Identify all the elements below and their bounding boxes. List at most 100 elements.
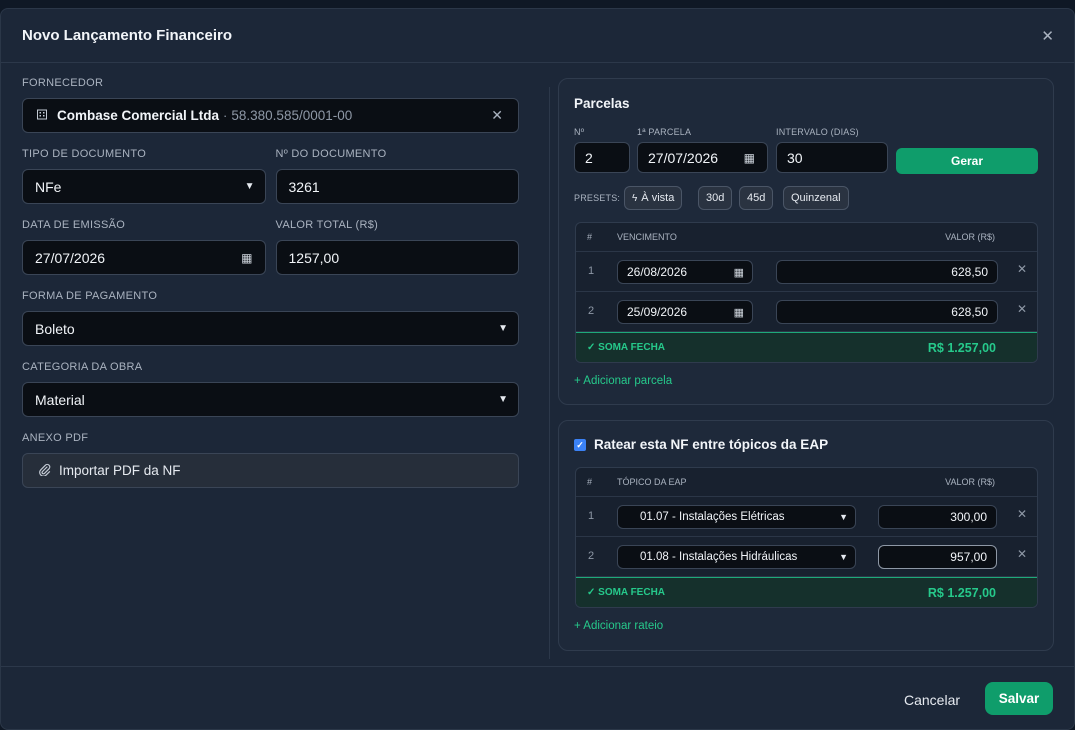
table-row: 2 25/09/2026 ▦ 628,50 ✕ — [576, 292, 1037, 332]
topic-value: 01.07 - Instalações Elétricas — [640, 511, 785, 523]
due-date-value: 25/09/2026 — [627, 305, 688, 319]
issue-date-label: DATA DE EMISSÃO — [22, 219, 126, 231]
column-divider — [549, 87, 550, 659]
installment-count-value: 2 — [585, 149, 593, 166]
presets-label: PRESETS: — [574, 193, 621, 203]
allocation-table: # TÓPICO DA EAP VALOR (R$) 1 01.07 - Ins… — [575, 467, 1038, 608]
installments-table: # VENCIMENTO VALOR (R$) 1 26/08/2026 ▦ 6… — [575, 222, 1038, 363]
allocation-card: ✓ Ratear esta NF entre tópicos da EAP # T… — [558, 420, 1054, 651]
issue-date-value: 27/07/2026 — [35, 249, 106, 266]
allocation-table-header: # TÓPICO DA EAP VALOR (R$) — [576, 468, 1037, 497]
preset-quinzenal-chip[interactable]: Quinzenal — [783, 186, 849, 210]
doc-number-value: 3261 — [288, 178, 320, 195]
sum-value: R$ 1.257,00 — [927, 585, 996, 600]
sum-status: ✓ SOMA FECHA — [587, 342, 666, 353]
installment-count-input[interactable]: 2 — [574, 142, 630, 173]
allocation-value: 300,00 — [950, 510, 987, 524]
issue-date-input[interactable]: 27/07/2026 ▦ — [22, 240, 266, 275]
installments-title: Parcelas — [574, 96, 630, 111]
calendar-icon[interactable]: ▦ — [241, 251, 252, 265]
preset-a-vista-label: À vista — [641, 192, 675, 204]
doc-type-label: TIPO DE DOCUMENTO — [22, 148, 147, 160]
category-select[interactable]: Material ▼ — [22, 382, 519, 417]
installment-count-label: Nº — [574, 127, 585, 137]
table-row: 2 01.08 - Instalações Hidráulicas ▼ 957,… — [576, 537, 1037, 577]
preset-30d-chip[interactable]: 30d — [698, 186, 733, 210]
financial-entry-modal: Novo Lançamento Financeiro ✕ FORNECEDOR … — [0, 8, 1075, 730]
first-installment-label: 1ª PARCELA — [637, 127, 692, 137]
due-date-value: 26/08/2026 — [627, 265, 688, 279]
add-allocation-link[interactable]: + Adicionar rateio — [574, 620, 663, 632]
col-value: VALOR (R$) — [945, 232, 995, 242]
supplier-field[interactable]: Combase Comercial Ltda · 58.380.585/0001… — [22, 98, 519, 133]
add-installment-link[interactable]: + Adicionar parcela — [574, 375, 672, 387]
allocation-value-input[interactable]: 300,00 — [878, 505, 997, 529]
installment-value-input[interactable]: 628,50 — [776, 260, 998, 284]
installments-sum-row: ✓ SOMA FECHA R$ 1.257,00 — [576, 332, 1037, 362]
payment-method-select[interactable]: Boleto ▼ — [22, 311, 519, 346]
installment-value-input[interactable]: 628,50 — [776, 300, 998, 324]
remove-row-icon[interactable]: ✕ — [1017, 547, 1027, 561]
save-button[interactable]: Salvar — [985, 682, 1053, 715]
installments-card: Parcelas Nº 1ª PARCELA INTERVALO (DIAS) … — [558, 78, 1054, 405]
import-pdf-label: Importar PDF da NF — [59, 463, 181, 478]
table-row: 1 01.07 - Instalações Elétricas ▼ 300,00… — [576, 497, 1037, 537]
doc-number-label: Nº DO DOCUMENTO — [275, 148, 387, 160]
row-number: 2 — [588, 305, 595, 317]
row-number: 2 — [588, 550, 595, 562]
allocation-title: Ratear esta NF entre tópicos da EAP — [594, 437, 829, 452]
row-number: 1 — [588, 510, 595, 522]
close-icon[interactable]: ✕ — [1041, 27, 1054, 45]
generate-button[interactable]: Gerar — [896, 148, 1038, 174]
interval-value: 30 — [787, 149, 803, 166]
allocation-title-row: ✓ Ratear esta NF entre tópicos da EAP — [574, 437, 828, 452]
lightning-icon: ϟ — [632, 192, 638, 204]
supplier-label: FORNECEDOR — [22, 77, 104, 89]
calendar-icon[interactable]: ▦ — [734, 306, 744, 319]
supplier-separator: · — [223, 108, 228, 123]
attachment-label: ANEXO PDF — [22, 432, 89, 444]
col-value: VALOR (R$) — [945, 477, 995, 487]
category-value: Material — [35, 391, 85, 408]
remove-row-icon[interactable]: ✕ — [1017, 302, 1027, 316]
installments-table-header: # VENCIMENTO VALOR (R$) — [576, 223, 1037, 252]
col-topic: TÓPICO DA EAP — [617, 477, 687, 487]
installment-value: 628,50 — [951, 265, 988, 279]
col-due-date: VENCIMENTO — [617, 232, 677, 242]
calendar-icon[interactable]: ▦ — [744, 151, 755, 165]
total-value-label: VALOR TOTAL (R$) — [275, 219, 379, 231]
due-date-input[interactable]: 26/08/2026 ▦ — [617, 260, 753, 284]
building-icon — [35, 108, 49, 123]
allocation-value-input[interactable]: 957,00 — [878, 545, 997, 569]
cancel-button[interactable]: Cancelar — [904, 692, 960, 708]
chevron-down-icon: ▼ — [839, 552, 848, 562]
preset-45d-chip[interactable]: 45d — [739, 186, 774, 210]
chevron-down-icon: ▼ — [244, 181, 255, 192]
table-row: 1 26/08/2026 ▦ 628,50 ✕ — [576, 252, 1037, 292]
chevron-down-icon: ▼ — [839, 512, 848, 522]
due-date-input[interactable]: 25/09/2026 ▦ — [617, 300, 753, 324]
installment-value: 628,50 — [951, 305, 988, 319]
import-pdf-button[interactable]: Importar PDF da NF — [22, 453, 519, 488]
doc-number-input[interactable]: 3261 — [275, 169, 519, 204]
modal-header: Novo Lançamento Financeiro ✕ — [1, 9, 1074, 63]
col-hash: # — [587, 477, 593, 487]
remove-row-icon[interactable]: ✕ — [1017, 507, 1027, 521]
total-value-input[interactable]: 1257,00 — [275, 240, 519, 275]
remove-row-icon[interactable]: ✕ — [1017, 262, 1027, 276]
interval-input[interactable]: 30 — [776, 142, 888, 173]
first-installment-date-input[interactable]: 27/07/2026 ▦ — [637, 142, 768, 173]
total-value-value: 1257,00 — [288, 249, 340, 266]
topic-select[interactable]: 01.08 - Instalações Hidráulicas ▼ — [617, 545, 856, 569]
topic-select[interactable]: 01.07 - Instalações Elétricas ▼ — [617, 505, 856, 529]
paperclip-icon — [37, 463, 51, 479]
calendar-icon[interactable]: ▦ — [734, 266, 744, 279]
preset-a-vista-chip[interactable]: ϟ À vista — [624, 186, 683, 210]
allocation-checkbox[interactable]: ✓ — [574, 439, 586, 452]
category-label: CATEGORIA DA OBRA — [22, 361, 143, 373]
supplier-cnpj: 58.380.585/0001-00 — [231, 108, 353, 123]
clear-supplier-icon[interactable]: ✕ — [491, 107, 503, 124]
doc-type-value: NFe — [35, 178, 62, 195]
doc-type-select[interactable]: NFe ▼ — [22, 169, 266, 204]
supplier-name: Combase Comercial Ltda — [57, 108, 220, 123]
